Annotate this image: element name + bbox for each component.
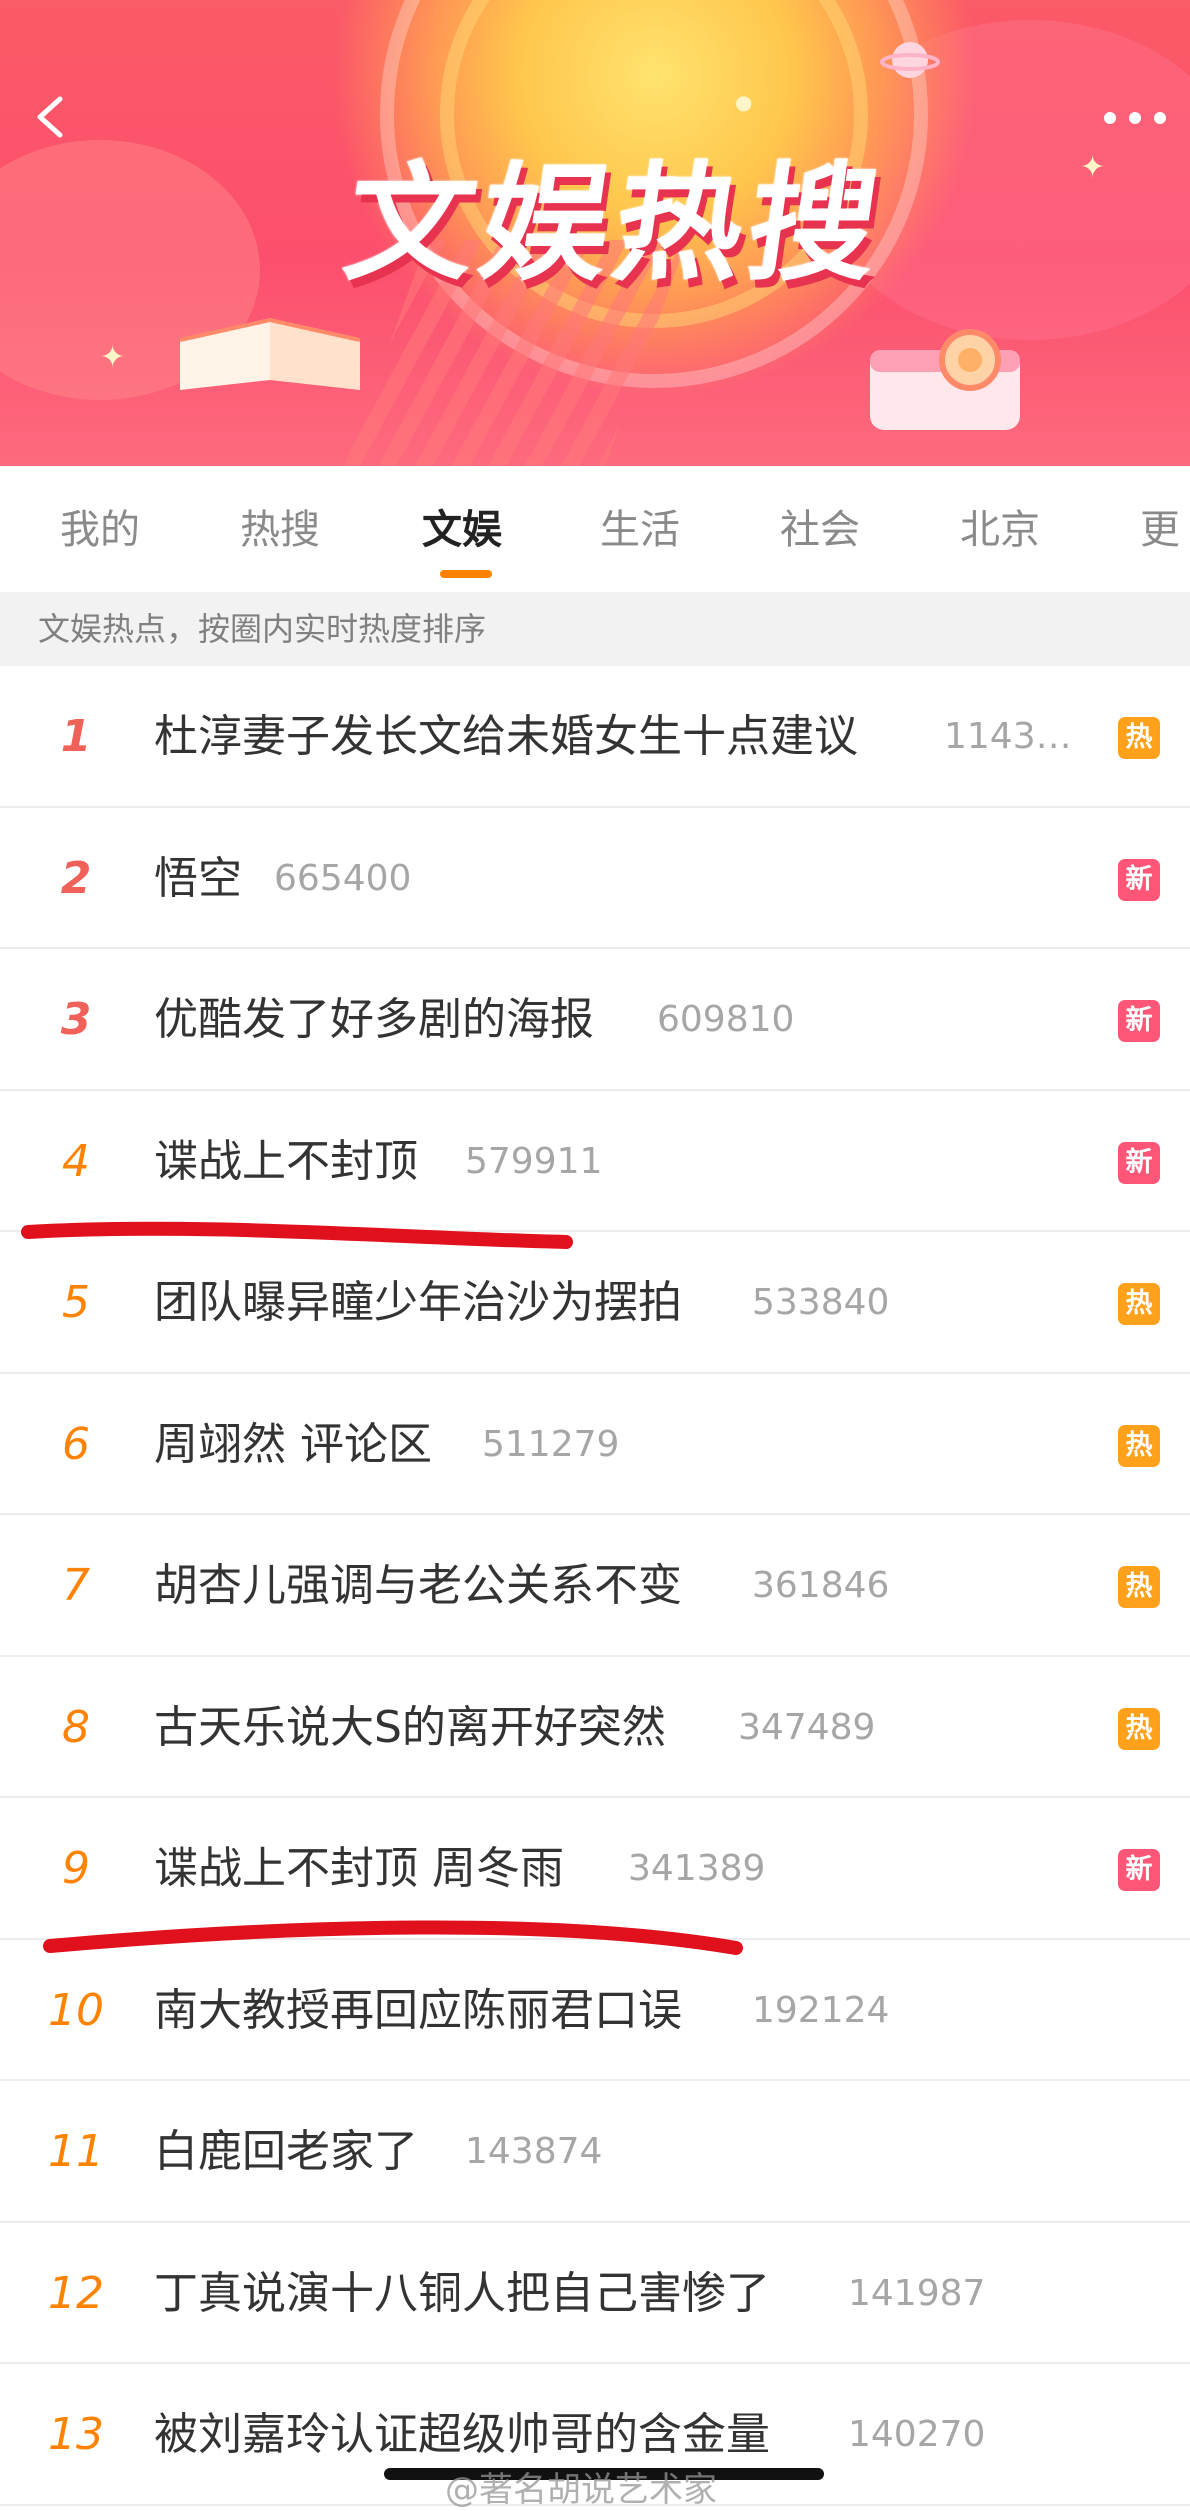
list-item[interactable]: 2 悟空 665400 新 [0, 808, 1190, 949]
tab-more[interactable]: 更 [1140, 500, 1180, 560]
active-tab-indicator [440, 570, 492, 578]
item-title: 谍战上不封顶 [154, 1135, 418, 1187]
rank-number: 12 [48, 2267, 104, 2319]
item-title: 白鹿回老家了 [154, 2126, 418, 2177]
sparkle-icon: ✦ [100, 340, 126, 375]
item-title: 团队曝异瞳少年治沙为摆拍 [154, 1277, 682, 1328]
item-title: 古天乐说大S的离开好突然 [154, 1701, 666, 1753]
rank-number: 1 [60, 711, 92, 762]
book-icon [179, 317, 361, 390]
hot-badge: 热 [1118, 717, 1160, 759]
rank-number: 8 [62, 1701, 90, 1753]
heat-count: 1143… [944, 716, 1072, 757]
more-dots-icon[interactable] [1100, 108, 1170, 128]
watermark: @著名胡说艺术家 [445, 2470, 717, 2510]
rank-number: 7 [62, 1560, 90, 1611]
item-title: 优酷发了好多剧的海报 [154, 994, 594, 1045]
rank-number: 11 [48, 2126, 104, 2177]
new-badge: 新 [1118, 1849, 1160, 1891]
heat-count: 341389 [628, 1848, 766, 1889]
heat-count: 347489 [738, 1706, 876, 1748]
heat-count: 141987 [848, 2272, 986, 2314]
heat-count: 533840 [752, 1282, 890, 1323]
list-item[interactable]: 3 优酷发了好多剧的海报 609810 新 [0, 949, 1190, 1091]
item-title: 胡杏儿强调与老公关系不变 [154, 1560, 682, 1611]
hot-badge: 热 [1118, 1283, 1160, 1325]
list-item[interactable]: 10 南大教授再回应陈丽君口误 192124 [0, 1940, 1190, 2081]
heat-count: 609810 [657, 999, 795, 1040]
tab-mine[interactable]: 我的 [60, 500, 140, 560]
rank-number: 10 [48, 1984, 104, 2036]
list-item[interactable]: 9 谍战上不封顶 周冬雨 341389 新 [0, 1798, 1190, 1940]
rank-number: 5 [62, 1277, 90, 1328]
item-title: 杜淳妻子发长文给未婚女生十点建议 [154, 711, 858, 762]
list-hint: 文娱热点，按圈内实时热度排序 [0, 592, 1190, 666]
banner-title: 文娱热搜 [336, 150, 894, 299]
item-title: 谍战上不封顶 周冬雨 [154, 1843, 564, 1894]
rank-number: 13 [48, 2409, 104, 2460]
list-item[interactable]: 6 周翊然 评论区 511279 热 [0, 1374, 1190, 1515]
rank-number: 9 [62, 1843, 90, 1894]
camera-icon [870, 329, 1020, 430]
list-item[interactable]: 11 白鹿回老家了 143874 [0, 2081, 1190, 2223]
list-item[interactable]: 12 丁真说演十八铜人把自己害惨了 141987 [0, 2223, 1190, 2364]
heat-count: 192124 [752, 1989, 890, 2031]
heat-count: 665400 [274, 857, 412, 899]
rank-number: 2 [60, 852, 92, 904]
rank-number: 4 [62, 1135, 90, 1187]
rank-number: 3 [60, 994, 92, 1045]
banner: ✦ ✦ ● 文娱热搜 [0, 0, 1190, 466]
item-title: 丁真说演十八铜人把自己害惨了 [154, 2267, 770, 2319]
heat-count: 140270 [848, 2414, 986, 2455]
rank-number: 6 [62, 1418, 90, 1470]
new-badge: 新 [1118, 858, 1160, 901]
chevron-left-icon[interactable] [30, 95, 74, 139]
tab-society[interactable]: 社会 [780, 500, 860, 560]
list-item[interactable]: 5 团队曝异瞳少年治沙为摆拍 533840 热 [0, 1232, 1190, 1374]
category-tabs: 我的 热搜 文娱 生活 社会 北京 更 [0, 466, 1190, 592]
list-item[interactable]: 4 谍战上不封顶 579911 新 [0, 1091, 1190, 1232]
item-title: 悟空 [154, 852, 242, 904]
heat-count: 511279 [482, 1423, 620, 1465]
heat-count: 143874 [465, 2131, 603, 2172]
hot-badge: 热 [1118, 1707, 1160, 1750]
hot-badge: 热 [1118, 1566, 1160, 1608]
sparkle-icon: ✦ [1080, 150, 1106, 185]
new-badge: 新 [1118, 1000, 1160, 1042]
item-title: 南大教授再回应陈丽君口误 [154, 1984, 682, 2036]
tab-beijing[interactable]: 北京 [960, 500, 1040, 560]
list-item[interactable]: 1 杜淳妻子发长文给未婚女生十点建议 1143… 热 [0, 666, 1190, 808]
sparkle-icon: ● [735, 90, 753, 114]
tab-life[interactable]: 生活 [600, 500, 680, 560]
list-item[interactable]: 7 胡杏儿强调与老公关系不变 361846 热 [0, 1515, 1190, 1657]
new-badge: 新 [1118, 1141, 1160, 1184]
tab-entertainment[interactable]: 文娱 [422, 500, 502, 560]
heat-count: 579911 [465, 1140, 603, 1182]
list-item[interactable]: 8 古天乐说大S的离开好突然 347489 热 [0, 1657, 1190, 1798]
heat-count: 361846 [752, 1565, 890, 1606]
tab-hot-search[interactable]: 热搜 [240, 500, 320, 560]
hot-search-list: 1 杜淳妻子发长文给未婚女生十点建议 1143… 热 2 悟空 665400 新… [0, 666, 1190, 2506]
planet-icon [880, 42, 940, 78]
item-title: 周翊然 评论区 [154, 1418, 432, 1470]
hot-badge: 热 [1118, 1424, 1160, 1467]
